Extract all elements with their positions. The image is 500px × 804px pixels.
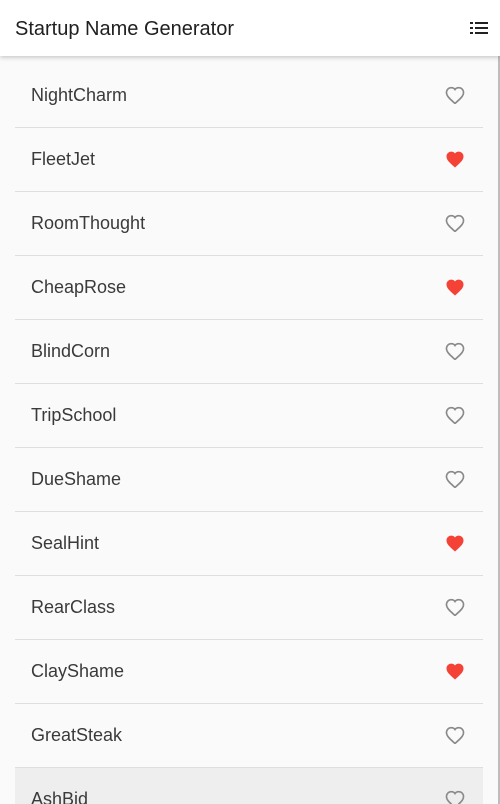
suggestions-list[interactable]: NightCharm FleetJet RoomThought CheapRose Bl… — [0, 56, 500, 804]
startup-name: RearClass — [31, 597, 116, 617]
list-item[interactable]: TripSchool — [15, 384, 483, 448]
list-item[interactable]: ClayShame — [15, 640, 483, 704]
list-item[interactable]: NightCharm — [15, 64, 483, 128]
startup-name: RoomThought — [31, 213, 146, 233]
startup-name: SealHint — [31, 533, 100, 553]
startup-name: NightCharm — [31, 85, 128, 105]
list-icon — [470, 22, 488, 34]
heart-outline-icon[interactable] — [445, 725, 465, 745]
favorite-heart-icon[interactable] — [445, 661, 465, 681]
heart-outline-icon[interactable] — [445, 405, 465, 425]
startup-name: DueShame — [31, 469, 122, 489]
startup-name: FleetJet — [31, 149, 96, 169]
favorite-heart-icon[interactable] — [445, 277, 465, 297]
startup-name: BlindCorn — [31, 341, 111, 361]
list-item[interactable]: BlindCorn — [15, 320, 483, 384]
list-item[interactable]: RoomThought — [15, 192, 483, 256]
heart-outline-icon[interactable] — [445, 469, 465, 489]
startup-name: ClayShame — [31, 661, 125, 681]
heart-outline-icon[interactable] — [445, 341, 465, 361]
list-item[interactable]: RearClass — [15, 576, 483, 640]
app-bar: Startup Name Generator — [0, 0, 500, 56]
list-item[interactable]: GreatSteak — [15, 704, 483, 768]
list-item[interactable]: CheapRose — [15, 256, 483, 320]
favorite-heart-icon[interactable] — [445, 533, 465, 553]
favorite-heart-icon[interactable] — [445, 149, 465, 169]
heart-outline-icon[interactable] — [445, 789, 465, 804]
page-title: Startup Name Generator — [15, 18, 234, 40]
startup-name: TripSchool — [31, 405, 117, 425]
heart-outline-icon[interactable] — [445, 597, 465, 617]
heart-outline-icon[interactable] — [445, 85, 465, 105]
list-item[interactable]: DueShame — [15, 448, 483, 512]
list-item[interactable]: AshBid — [15, 768, 483, 804]
list-item[interactable]: FleetJet — [15, 128, 483, 192]
startup-name: AshBid — [31, 789, 89, 804]
startup-name: CheapRose — [31, 277, 127, 297]
saved-list-button[interactable] — [469, 18, 489, 38]
startup-name: GreatSteak — [31, 725, 123, 745]
list-container: NightCharm FleetJet RoomThought CheapRose Bl… — [15, 64, 483, 804]
heart-outline-icon[interactable] — [445, 213, 465, 233]
list-item[interactable]: SealHint — [15, 512, 483, 576]
